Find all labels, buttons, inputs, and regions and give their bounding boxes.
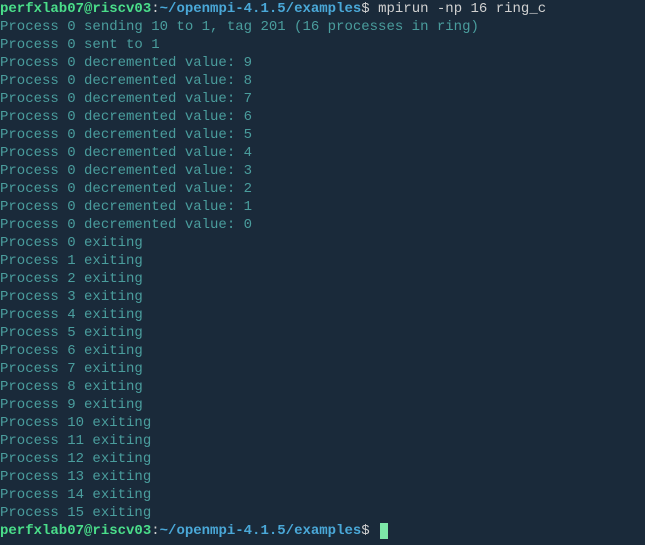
output-line: Process 12 exiting <box>0 450 645 468</box>
user-host: perfxlab07@riscv03 <box>0 523 151 539</box>
output-line: Process 0 decremented value: 4 <box>0 144 645 162</box>
output-line: Process 4 exiting <box>0 306 645 324</box>
output-line: Process 6 exiting <box>0 342 645 360</box>
prompt-line-2: perfxlab07@riscv03:~/openmpi-4.1.5/examp… <box>0 522 645 540</box>
working-directory: ~/openmpi-4.1.5/examples <box>160 1 362 17</box>
output-line: Process 0 decremented value: 1 <box>0 198 645 216</box>
output-line: Process 5 exiting <box>0 324 645 342</box>
output-line: Process 1 exiting <box>0 252 645 270</box>
user-host: perfxlab07@riscv03 <box>0 1 151 17</box>
output-line: Process 15 exiting <box>0 504 645 522</box>
output-line: Process 0 exiting <box>0 234 645 252</box>
output-line: Process 10 exiting <box>0 414 645 432</box>
output-line: Process 3 exiting <box>0 288 645 306</box>
command-input[interactable] <box>370 523 378 539</box>
output-line: Process 0 sending 10 to 1, tag 201 (16 p… <box>0 18 645 36</box>
output-line: Process 0 decremented value: 2 <box>0 180 645 198</box>
output-line: Process 0 decremented value: 8 <box>0 72 645 90</box>
output-line: Process 0 decremented value: 5 <box>0 126 645 144</box>
prompt-symbol: $ <box>361 523 369 539</box>
prompt-symbol: $ <box>361 1 369 17</box>
output-line: Process 11 exiting <box>0 432 645 450</box>
output-line: Process 0 decremented value: 7 <box>0 90 645 108</box>
output-line: Process 0 sent to 1 <box>0 36 645 54</box>
output-line: Process 0 decremented value: 3 <box>0 162 645 180</box>
output-line: Process 9 exiting <box>0 396 645 414</box>
terminal[interactable]: perfxlab07@riscv03:~/openmpi-4.1.5/examp… <box>0 0 645 540</box>
separator-colon: : <box>151 1 159 17</box>
output-line: Process 13 exiting <box>0 468 645 486</box>
working-directory: ~/openmpi-4.1.5/examples <box>160 523 362 539</box>
output-line: Process 0 decremented value: 6 <box>0 108 645 126</box>
command-text: mpirun -np 16 ring_c <box>370 1 546 17</box>
output-line: Process 7 exiting <box>0 360 645 378</box>
output-line: Process 2 exiting <box>0 270 645 288</box>
output-line: Process 0 decremented value: 9 <box>0 54 645 72</box>
cursor-icon <box>380 523 388 539</box>
output-line: Process 8 exiting <box>0 378 645 396</box>
separator-colon: : <box>151 523 159 539</box>
output-line: Process 14 exiting <box>0 486 645 504</box>
output-line: Process 0 decremented value: 0 <box>0 216 645 234</box>
prompt-line-1: perfxlab07@riscv03:~/openmpi-4.1.5/examp… <box>0 0 645 18</box>
output-block: Process 0 sending 10 to 1, tag 201 (16 p… <box>0 18 645 522</box>
